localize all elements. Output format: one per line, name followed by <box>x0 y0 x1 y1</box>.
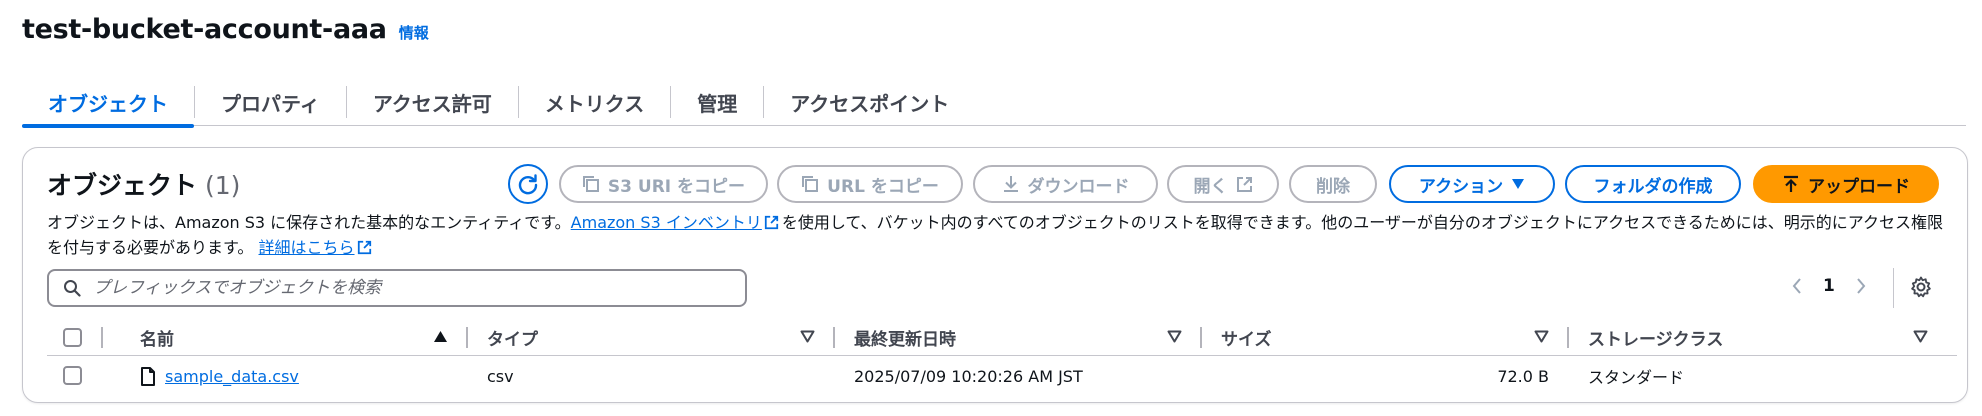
column-header-name[interactable]: 名前 <box>140 318 174 356</box>
settings-icon[interactable] <box>1909 275 1933 299</box>
tab-bar: オブジェクト プロパティ アクセス許可 メトリクス 管理 アクセスポイント <box>22 78 1966 128</box>
caret-down-icon <box>1512 179 1525 189</box>
column-header-size[interactable]: サイズ <box>1221 318 1272 356</box>
table-row[interactable]: sample_data.csv csv 2025/07/09 10:20:26 … <box>47 356 1957 396</box>
object-search-box[interactable] <box>47 269 747 307</box>
refresh-icon <box>518 174 538 195</box>
tab-metrics[interactable]: メトリクス <box>519 78 670 126</box>
objects-table: 名前 タイプ 最終更新日時 サイズ ストレージクラス sample_data.c… <box>47 318 1957 396</box>
delete-label: 削除 <box>1316 176 1350 197</box>
column-divider <box>101 327 103 348</box>
info-link[interactable]: 情報 <box>399 22 429 43</box>
objects-panel: オブジェクト (1) S3 URI をコピー URL をコピー ダウンロード 開く… <box>22 147 1968 403</box>
object-size-cell: 72.0 B <box>1497 366 1549 386</box>
external-link-icon[interactable] <box>357 240 372 255</box>
panel-description: オブジェクトは、Amazon S3 に保存された基本的なエンティティです。Ama… <box>47 210 1947 260</box>
tab-management[interactable]: 管理 <box>671 78 763 126</box>
select-all-checkbox[interactable] <box>63 328 82 347</box>
actions-dropdown-button[interactable]: アクション <box>1389 165 1555 203</box>
file-icon <box>141 366 155 386</box>
refresh-button[interactable] <box>508 164 548 204</box>
download-icon <box>1003 176 1018 192</box>
search-icon <box>64 280 81 297</box>
delete-button[interactable]: 削除 <box>1289 165 1377 203</box>
object-storage-class-cell: スタンダード <box>1588 368 1685 387</box>
inventory-link[interactable]: Amazon S3 インベントリ <box>571 213 762 232</box>
learn-more-link[interactable]: 詳細はこちら <box>259 238 355 257</box>
pagination: 1 <box>1791 276 1867 296</box>
upload-icon <box>1784 175 1798 192</box>
column-divider[interactable] <box>1567 327 1569 348</box>
download-button[interactable]: ダウンロード <box>973 165 1158 203</box>
sort-icon[interactable] <box>1167 330 1182 343</box>
description-text: オブジェクトは、Amazon S3 に保存された基本的なエンティティです。 <box>47 213 571 232</box>
copy-s3-uri-label: S3 URI をコピー <box>607 176 746 197</box>
sort-icon[interactable] <box>1534 330 1549 343</box>
column-divider[interactable] <box>466 327 468 348</box>
column-header-storage-class[interactable]: ストレージクラス <box>1588 318 1723 356</box>
create-folder-button[interactable]: フォルダの作成 <box>1565 165 1741 203</box>
column-divider[interactable] <box>1200 327 1202 348</box>
download-label: ダウンロード <box>1027 176 1130 197</box>
search-input[interactable] <box>93 278 713 298</box>
copy-url-label: URL をコピー <box>827 176 939 197</box>
tab-permissions[interactable]: アクセス許可 <box>347 78 518 126</box>
open-button[interactable]: 開く <box>1167 165 1279 203</box>
column-header-last-modified[interactable]: 最終更新日時 <box>854 318 956 356</box>
external-link-icon[interactable] <box>764 215 779 230</box>
upload-button[interactable]: アップロード <box>1753 165 1939 203</box>
tab-access-points[interactable]: アクセスポイント <box>764 78 975 126</box>
current-page[interactable]: 1 <box>1823 276 1835 296</box>
sort-icon[interactable] <box>1913 330 1928 343</box>
column-header-type[interactable]: タイプ <box>487 318 538 356</box>
object-last-modified-cell: 2025/07/09 10:20:26 AM JST <box>854 366 1083 386</box>
panel-title: オブジェクト (1) <box>47 166 240 202</box>
panel-title-text: オブジェクト <box>47 171 198 200</box>
sort-icon[interactable] <box>800 330 815 343</box>
chevron-left-icon[interactable] <box>1791 277 1803 295</box>
open-label: 開く <box>1193 176 1228 197</box>
upload-label: アップロード <box>1808 176 1910 197</box>
copy-url-button[interactable]: URL をコピー <box>777 165 963 203</box>
page-title: test-bucket-account-aaa <box>22 14 387 45</box>
tab-objects[interactable]: オブジェクト <box>22 78 194 128</box>
actions-label: アクション <box>1418 176 1504 197</box>
chevron-right-icon[interactable] <box>1855 277 1867 295</box>
external-link-icon <box>1236 176 1252 192</box>
create-folder-label: フォルダの作成 <box>1593 176 1713 197</box>
copy-s3-uri-button[interactable]: S3 URI をコピー <box>559 165 768 203</box>
tab-properties[interactable]: プロパティ <box>195 78 346 126</box>
column-divider[interactable] <box>833 327 835 348</box>
copy-icon <box>582 176 599 192</box>
object-name-cell: sample_data.csv <box>140 356 299 396</box>
sort-ascending-icon[interactable] <box>433 330 448 343</box>
copy-icon <box>802 176 819 192</box>
table-header: 名前 タイプ 最終更新日時 サイズ ストレージクラス <box>47 318 1957 356</box>
page-header: test-bucket-account-aaa 情報 <box>22 14 429 45</box>
object-name-link[interactable]: sample_data.csv <box>165 367 299 386</box>
row-checkbox[interactable] <box>63 366 82 385</box>
object-count: (1) <box>205 171 241 200</box>
object-type-cell: csv <box>487 366 514 386</box>
pagination-divider <box>1893 268 1894 308</box>
